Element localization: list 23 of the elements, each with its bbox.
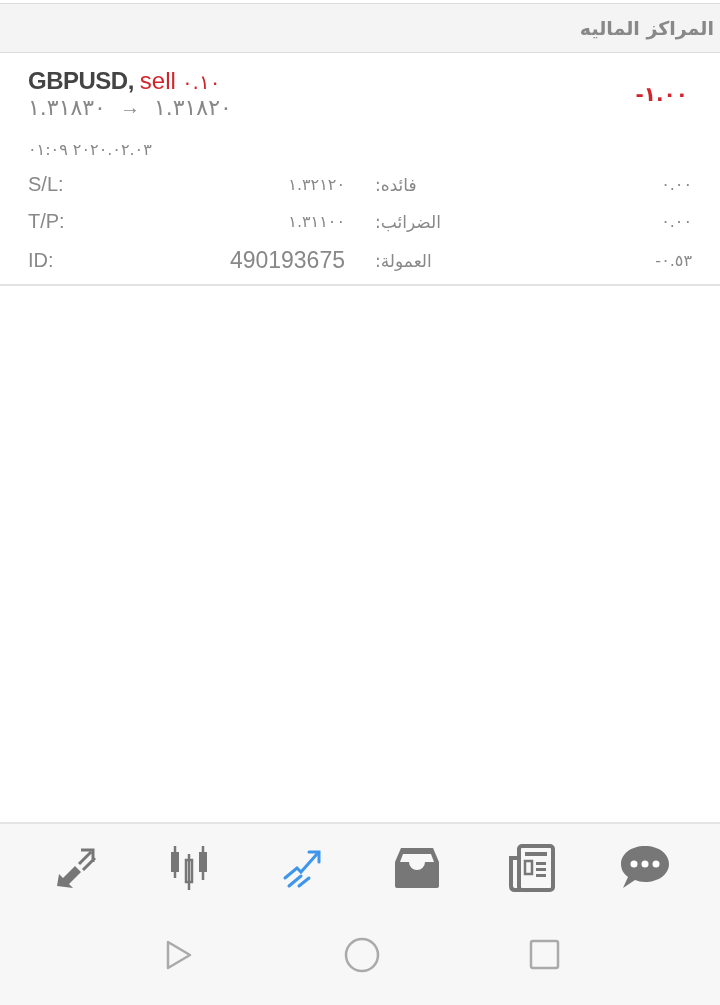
detail-label: فائده: [375,174,417,195]
detail-label: T/P: [28,210,66,233]
detail-label: S/L: [28,173,65,196]
detail-value: ١.٣١١٠٠ [287,212,345,231]
detail-label: ID: [28,249,55,272]
price-text: ١.٣١٨٢٠ [153,95,232,120]
detail-value: ٠.٠٠ [660,175,692,194]
detail-label: الضرائب: [375,211,441,232]
detail-value: ٠.٠٠ [660,212,692,231]
detail-label: العمولة: [375,250,432,271]
time-text: ٠١:٠٩ ٢٠٢٠.٠٢.٠٣ [28,140,153,159]
detail-value: -٠.٥٣ [654,251,692,270]
symbol-text: GBPUSD, [28,67,134,95]
circle-icon[interactable] [343,936,380,973]
page-title: المراكز الماليه [579,17,714,39]
detail-value: 490193675 [228,247,345,274]
price-text: ١.٣١٨٣٠ [28,95,106,120]
volume-text: ٠.١٠ [181,70,221,94]
square-icon[interactable] [527,938,561,971]
order-side-text: sell [139,67,176,95]
arrow-text: → [119,96,140,119]
detail-value: ١.٣٢١٢٠ [287,175,345,194]
profit-text: -١.٠٠ [635,81,688,106]
